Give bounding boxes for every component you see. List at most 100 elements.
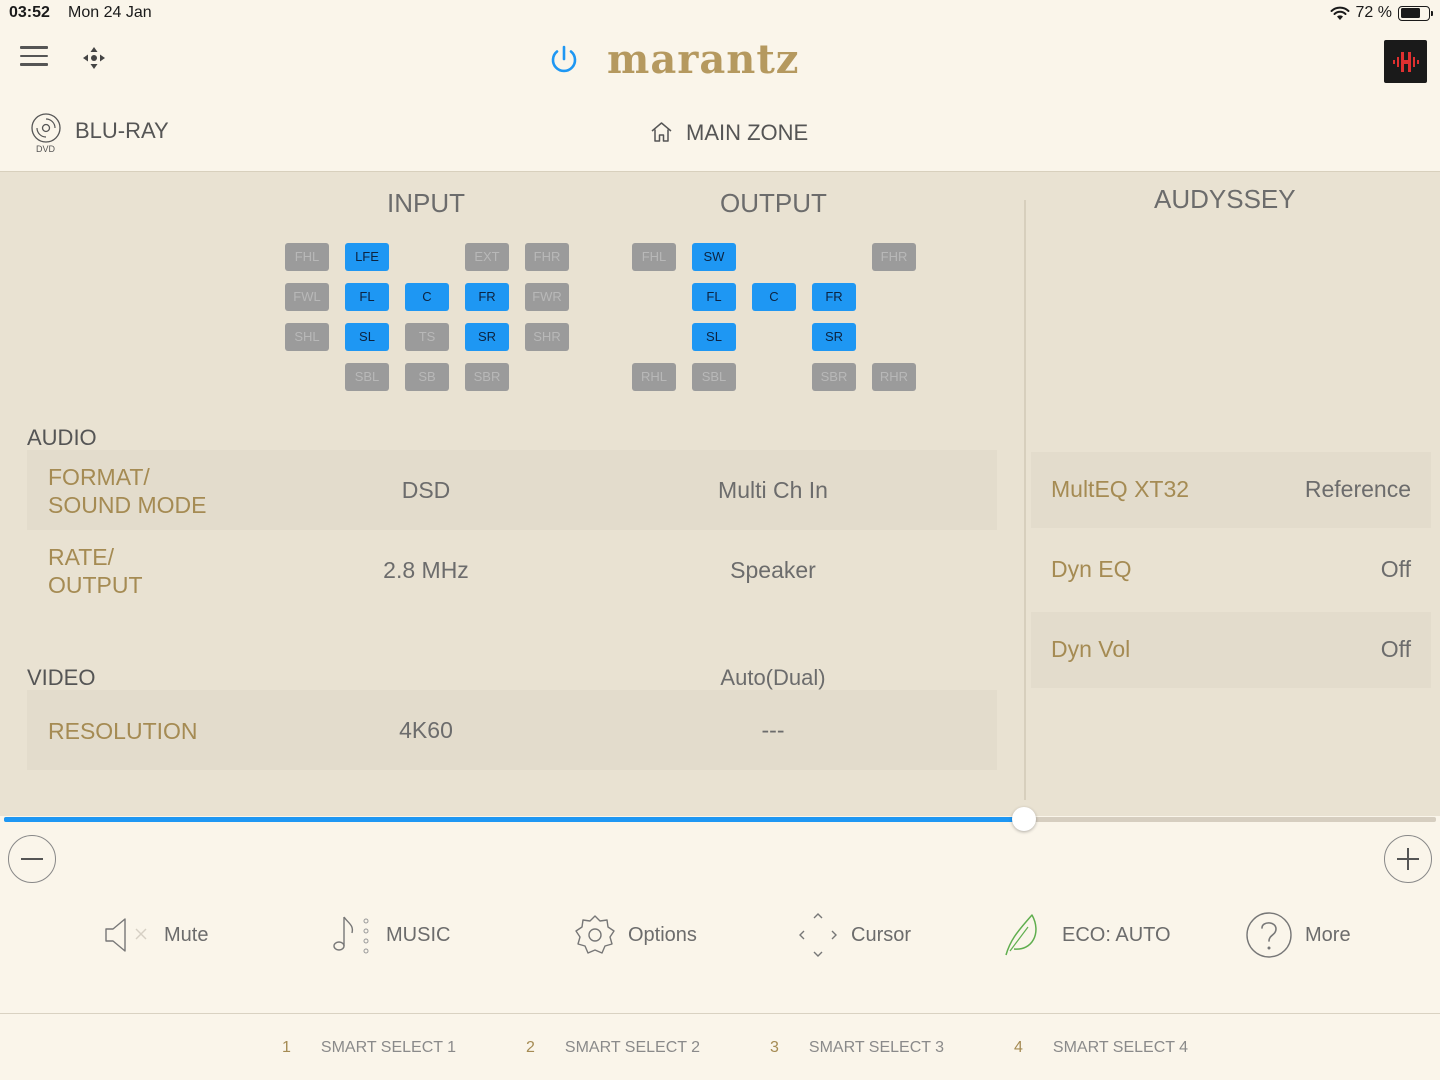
audyssey-label: Dyn EQ — [1051, 556, 1132, 582]
channel-indicator: SBR — [465, 363, 509, 391]
format-label-line1: FORMAT/ — [48, 464, 150, 490]
audyssey-label: MultEQ XT32 — [1051, 476, 1190, 502]
rate-output-value: Speaker — [730, 557, 816, 583]
smart-select-button[interactable]: 4 SMART SELECT 4 — [1014, 1039, 1188, 1057]
channel-indicator: SR — [812, 323, 856, 351]
volume-up-button[interactable] — [1384, 835, 1432, 883]
gear-icon — [575, 915, 615, 954]
video-section-label: VIDEO — [27, 665, 96, 690]
format-label: FORMAT/ SOUND MODE — [48, 463, 206, 519]
resolution-output-value: --- — [761, 717, 785, 743]
mute-label: Mute — [164, 923, 209, 946]
channel-indicator: SL — [345, 323, 389, 351]
heos-app-icon[interactable] — [1384, 40, 1427, 83]
audyssey-row: Dyn Vol Off — [1031, 612, 1431, 688]
smart-select-button[interactable]: 3 SMART SELECT 3 — [770, 1039, 944, 1057]
output-title: OUTPUT — [720, 188, 827, 218]
channel-indicator: FWR — [525, 283, 569, 311]
channel-indicator: RHL — [632, 363, 676, 391]
smart-select-button[interactable]: 1 SMART SELECT 1 — [282, 1039, 456, 1057]
audyssey-row: MultEQ XT32 Reference — [1031, 452, 1431, 528]
wifi-icon — [1330, 6, 1350, 20]
speaker-mute-icon — [105, 918, 147, 952]
source-label[interactable]: BLU-RAY — [75, 118, 169, 144]
resolution-label: RESOLUTION — [48, 718, 198, 744]
format-output-value: Multi Ch In — [718, 477, 828, 503]
volume-slider-fill — [4, 817, 1024, 822]
channel-indicator: FL — [692, 283, 736, 311]
column-divider — [1024, 200, 1026, 800]
channel-indicator: SB — [405, 363, 449, 391]
menu-icon[interactable] — [20, 46, 48, 68]
brand-logo: marantz — [607, 36, 800, 83]
channel-indicator: SHL — [285, 323, 329, 351]
home-icon[interactable] — [649, 120, 674, 144]
status-time: 03:52 — [9, 4, 50, 21]
leaf-icon — [1005, 914, 1037, 956]
smart-select-bar: 1 SMART SELECT 1 2 SMART SELECT 2 3 SMART S… — [0, 1013, 1440, 1080]
volume-slider-thumb[interactable] — [1011, 807, 1036, 831]
smart-select-number: 1 — [282, 1039, 291, 1056]
status-bar: 03:52 Mon 24 Jan 72 % — [0, 0, 1440, 28]
cursor-label: Cursor — [851, 923, 912, 946]
channel-indicator: FHL — [632, 243, 676, 271]
smart-select-label: SMART SELECT 4 — [1052, 1039, 1189, 1056]
format-row: FORMAT/ SOUND MODE DSD Multi Ch In — [27, 450, 997, 530]
power-icon[interactable] — [547, 43, 581, 77]
smart-select-number: 3 — [770, 1039, 779, 1056]
options-button[interactable]: Options — [574, 910, 697, 960]
channel-indicator: FR — [465, 283, 509, 311]
volume-slider[interactable] — [4, 817, 1436, 822]
video-output-mode: Auto(Dual) — [720, 665, 826, 690]
smart-select-label: SMART SELECT 3 — [808, 1039, 945, 1056]
audyssey-row: Dyn EQ Off — [1031, 532, 1431, 608]
channel-indicator: FL — [345, 283, 389, 311]
channel-indicator: SR — [465, 323, 509, 351]
more-label: More — [1305, 923, 1351, 946]
eco-button[interactable]: ECO: AUTO — [1002, 910, 1171, 960]
minus-icon — [21, 858, 43, 860]
battery-icon — [1398, 5, 1433, 21]
channel-indicator: FHR — [872, 243, 916, 271]
channel-indicator: SW — [692, 243, 736, 271]
channel-indicator: SBR — [812, 363, 856, 391]
question-icon — [1246, 912, 1292, 958]
audyssey-value: Off — [1380, 636, 1411, 662]
music-note-icon — [333, 916, 369, 954]
smart-select-number: 2 — [526, 1039, 535, 1056]
input-title: INPUT — [387, 188, 465, 218]
music-button[interactable]: MUSIC — [330, 910, 450, 960]
status-right: 72 % — [1330, 4, 1433, 22]
cursor-arrows-icon — [799, 913, 837, 957]
smart-select-label: SMART SELECT 1 — [320, 1039, 457, 1056]
volume-down-button[interactable] — [8, 835, 56, 883]
smart-select-number: 4 — [1014, 1039, 1023, 1056]
audyssey-value: Reference — [1304, 476, 1411, 502]
channel-indicator: SBL — [692, 363, 736, 391]
audyssey-value: Off — [1380, 556, 1411, 582]
rate-label-line1: RATE/ — [48, 544, 115, 570]
resolution-input-value: 4K60 — [399, 717, 453, 743]
music-label: MUSIC — [386, 923, 451, 946]
rate-input-value: 2.8 MHz — [383, 557, 469, 583]
cursor-button[interactable]: Cursor — [797, 910, 911, 960]
more-button[interactable]: More — [1245, 910, 1351, 960]
channel-indicator: C — [752, 283, 796, 311]
audyssey-label: Dyn Vol — [1051, 636, 1131, 662]
smart-select-button[interactable]: 2 SMART SELECT 2 — [526, 1039, 700, 1057]
channel-indicator: FR — [812, 283, 856, 311]
battery-percent: 72 % — [1355, 4, 1392, 21]
channel-indicator: SHR — [525, 323, 569, 351]
disc-icon[interactable] — [30, 112, 62, 144]
action-bar: Mute MUSIC Options Cursor ECO: AUTO More — [0, 900, 1440, 975]
audio-section-label: AUDIO — [27, 425, 97, 450]
move-icon[interactable] — [80, 44, 108, 72]
channel-indicator: SL — [692, 323, 736, 351]
audyssey-title: AUDYSSEY — [1154, 184, 1296, 214]
source-bar: DVD BLU-RAY MAIN ZONE — [0, 100, 1440, 170]
zone-label[interactable]: MAIN ZONE — [686, 120, 808, 146]
mute-button[interactable]: Mute — [102, 910, 208, 960]
channel-indicator: FHR — [525, 243, 569, 271]
source-icon-caption: DVD — [36, 144, 56, 154]
channel-indicator: LFE — [345, 243, 389, 271]
